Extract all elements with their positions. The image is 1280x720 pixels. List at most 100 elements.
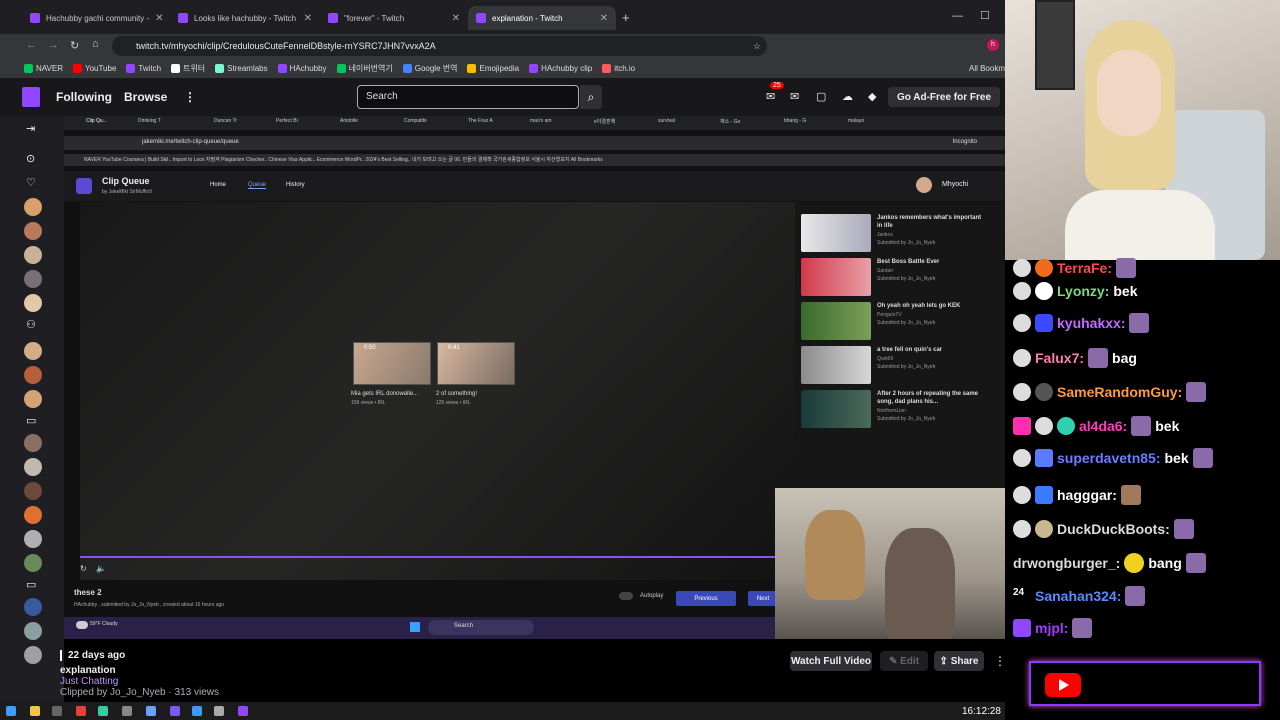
home-icon[interactable]: ⌂ [92,38,99,50]
browser-tab[interactable]: Looks like hachubby - Twitch ✕ [170,6,320,30]
heart-icon[interactable]: ♡ [26,176,36,189]
bookmark-item[interactable]: Twitch [126,63,161,73]
twitch-favicon-icon [30,13,40,23]
channel-avatar[interactable] [24,434,42,452]
minimize-icon[interactable]: — [952,10,963,22]
app-icon[interactable] [238,706,248,716]
edit-button[interactable]: ✎ Edit [880,651,928,671]
address-bar[interactable]: twitch.tv/mhyochi/clip/CredulousCuteFenn… [112,36,767,56]
app-icon[interactable] [146,706,156,716]
messages-icon[interactable]: ✉ [790,90,799,103]
search-icon[interactable]: ⌕ [580,85,602,109]
inbox-icon[interactable]: ✉ [766,90,775,103]
channel-avatar[interactable] [24,506,42,524]
twitch-topnav: Following Browse ⋮ Search ⌕ ✉ 25 ✉ ▢ ☁ ◆… [0,78,1005,116]
chat-panel: TerraFe: Lyonzy: bek kyuhakxx: Falux7: b… [1005,258,1280,720]
app-icon[interactable] [192,706,202,716]
close-icon[interactable]: ✕ [304,13,312,24]
bookmark-item[interactable]: HAchubby clip [529,63,592,73]
watch-full-video-button[interactable]: Watch Full Video [790,651,872,671]
channel-avatar[interactable] [24,390,42,408]
bookmark-item[interactable]: 네이버번역기 [336,63,393,74]
browser-tab[interactable]: Hachubby gachi community - ✕ [22,6,170,30]
reload-icon[interactable]: ↻ [70,39,79,52]
category-link[interactable]: Just Chatting [60,676,219,687]
all-bookmarks-folder[interactable]: All Bookm [969,64,1005,73]
expand-sidebar-icon[interactable]: ⇥ [26,122,35,135]
video-icon[interactable]: ▭ [26,578,36,591]
file-explorer-icon[interactable] [30,706,40,716]
twitch-logo-icon[interactable] [22,87,40,107]
channel-avatar[interactable] [24,246,42,264]
bookmark-item[interactable]: Google 번역 [402,63,457,74]
windows-start-icon[interactable] [6,706,16,716]
emote-icon [1125,586,1146,606]
emote-icon [1115,258,1136,278]
close-icon[interactable]: ✕ [155,13,163,24]
discord-icon[interactable] [170,706,180,716]
bookmark-star-icon[interactable]: ☆ [753,41,761,52]
close-icon[interactable]: ✕ [600,13,608,24]
emote-icon [1173,519,1194,539]
emote-icon [1120,485,1141,505]
edit-icon: ✎ [888,655,901,667]
replay-icon: ↻ [80,564,87,573]
back-icon[interactable]: ← [26,39,37,51]
channel-avatar[interactable] [24,482,42,500]
prime-icon[interactable]: ◆ [868,90,876,103]
browser-tab-active[interactable]: explanation - Twitch ✕ [468,6,616,30]
forward-icon[interactable]: → [48,39,59,51]
app-icon[interactable] [214,706,224,716]
chrome-icon[interactable] [76,706,86,716]
inner-progress-bar [80,556,775,558]
ad-free-button[interactable]: Go Ad-Free for Free [888,87,1000,107]
channel-avatar[interactable] [24,366,42,384]
badge-icon [1035,417,1053,435]
twitch-favicon-icon [328,13,338,23]
bookmark-item[interactable]: 트위터 [171,63,205,74]
bookmark-item[interactable]: YouTube [72,63,116,73]
maximize-icon[interactable]: ☐ [980,9,990,22]
chat-message: kyuhakxx: [1013,311,1150,335]
chat-message: Lyonzy: bek [1013,279,1138,303]
close-icon[interactable]: ✕ [452,13,460,24]
channel-avatar[interactable] [24,342,42,360]
bookmark-item[interactable]: itch.io [602,63,635,73]
video-icon[interactable]: ▭ [26,414,36,427]
badge-icon [1057,417,1075,435]
share-button[interactable]: ⇪ Share [934,651,984,671]
channel-avatar[interactable] [24,646,42,664]
channel-avatar[interactable] [24,294,42,312]
channel-avatar[interactable] [24,222,42,240]
search-input[interactable]: Search [357,85,579,109]
bookmark-item[interactable]: Emojipedia [467,63,519,73]
app-icon[interactable] [52,706,62,716]
whispers-icon[interactable]: ▢ [816,90,826,103]
channel-avatar[interactable] [24,530,42,548]
channel-avatar[interactable] [24,270,42,288]
drops-icon[interactable]: ☁ [842,90,853,103]
browse-link[interactable]: Browse [124,90,167,104]
new-tab-icon[interactable]: + [622,10,630,25]
chat-username: superdavetn85: [1057,450,1161,466]
clip-video-player[interactable]: Clip Qu... Drinking T Duncan Tr Perfect … [64,116,1005,639]
bookmark-item[interactable]: Streamlabs [215,63,268,73]
bookmark-item[interactable]: HAchubby [277,63,327,73]
chat-username: TerraFe: [1057,260,1112,276]
youtube-logo-icon [1045,673,1081,697]
app-icon[interactable] [122,706,132,716]
people-icon[interactable]: ⚇ [26,318,36,331]
profile-avatar[interactable]: h [987,39,999,51]
app-icon[interactable] [98,706,108,716]
more-menu-icon[interactable]: ⋮ [184,90,196,104]
channel-avatar[interactable] [24,458,42,476]
channel-avatar[interactable] [24,554,42,572]
browser-tab[interactable]: "forever" - Twitch ✕ [320,6,468,30]
bookmark-item[interactable]: NAVER [24,63,63,73]
channel-avatar[interactable] [24,598,42,616]
channel-avatar[interactable] [24,622,42,640]
following-link[interactable]: Following [56,90,112,104]
twitch-favicon-icon [476,13,486,23]
recommended-icon[interactable]: ⊙ [26,152,35,165]
channel-avatar[interactable] [24,198,42,216]
